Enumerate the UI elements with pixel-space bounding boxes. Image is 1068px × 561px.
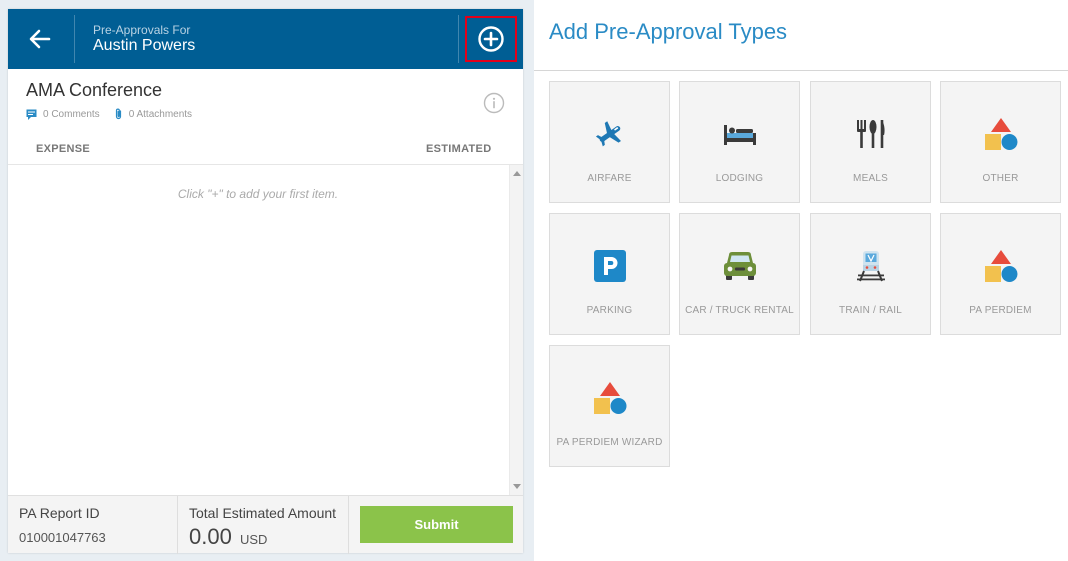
airplane-icon [595, 121, 621, 147]
tile-train-rail[interactable]: TRAIN / RAIL [810, 213, 931, 335]
tile-other[interactable]: OTHER [940, 81, 1061, 203]
header-divider [458, 15, 459, 63]
tile-label: TRAIN / RAIL [839, 305, 902, 316]
currency-code: USD [240, 532, 268, 547]
tile-lodging[interactable]: LODGING [679, 81, 800, 203]
total-estimated-amount: 0.00 [189, 524, 232, 549]
pre-approval-panel: Pre-Approvals For Austin Powers AMA Conf… [8, 9, 523, 554]
empty-list-message: Click "+" to add your first item. [177, 187, 339, 201]
expense-column-header[interactable]: EXPENSE [36, 143, 90, 155]
bed-icon [724, 125, 756, 145]
tile-label: CAR / TRUCK RENTAL [685, 305, 794, 316]
plus-circle-icon [478, 26, 504, 52]
attachments-link[interactable]: 0 Attachments [114, 108, 192, 120]
tile-pa-perdiem-wizard[interactable]: PA PERDIEM WIZARD [549, 345, 670, 467]
tile-label: PA PERDIEM [969, 305, 1032, 316]
paperclip-icon [115, 108, 121, 120]
total-estimated-label: Total Estimated Amount [189, 505, 337, 521]
tile-label: LODGING [715, 173, 764, 184]
arrow-left-icon [29, 29, 51, 49]
shapes-icon [985, 118, 1018, 150]
comment-icon [26, 109, 37, 120]
list-scrollbar[interactable] [509, 165, 523, 495]
scroll-down-arrow-icon[interactable] [513, 484, 521, 489]
back-button[interactable] [18, 19, 62, 59]
footer-divider [177, 496, 178, 554]
scroll-up-arrow-icon[interactable] [513, 171, 521, 176]
estimated-column-header[interactable]: ESTIMATED [426, 143, 491, 155]
tile-label: MEALS [853, 173, 888, 184]
add-expense-button[interactable] [465, 16, 517, 62]
report-id-label: PA Report ID [19, 505, 100, 521]
shapes-icon [985, 250, 1018, 282]
fork-knife-icon [857, 120, 885, 148]
submit-button[interactable]: Submit [360, 506, 513, 543]
train-icon [857, 251, 885, 282]
header-title: Austin Powers [93, 37, 196, 54]
report-meta: 0 Comments 0 Attachments [26, 108, 206, 120]
attachments-count: 0 Attachments [128, 108, 193, 120]
panel-footer: PA Report ID 010001047763 Total Estimate… [8, 495, 523, 554]
panel-header: Pre-Approvals For Austin Powers [8, 9, 523, 69]
header-subtitle: Pre-Approvals For [93, 23, 191, 37]
comments-count: 0 Comments [43, 108, 100, 120]
info-icon[interactable] [483, 92, 505, 114]
tile-label: OTHER [982, 173, 1019, 184]
footer-divider [348, 496, 349, 554]
tile-label: PA PERDIEM WIZARD [556, 437, 663, 448]
tile-pa-perdiem[interactable]: PA PERDIEM [940, 213, 1061, 335]
shapes-icon [594, 382, 627, 414]
report-id-value: 010001047763 [19, 530, 106, 545]
header-divider-line [8, 164, 523, 165]
title-divider [534, 70, 1068, 71]
add-types-title: Add Pre-Approval Types [549, 19, 788, 44]
report-title: AMA Conference [26, 80, 163, 100]
tile-label: AIRFARE [587, 173, 632, 184]
header-divider [74, 15, 75, 63]
car-icon [724, 252, 756, 280]
tile-parking[interactable]: PARKING [549, 213, 670, 335]
tile-airfare[interactable]: AIRFARE [549, 81, 670, 203]
parking-icon [594, 250, 626, 282]
comments-link[interactable]: 0 Comments [26, 109, 100, 120]
tile-car-truck-rental[interactable]: CAR / TRUCK RENTAL [679, 213, 800, 335]
tile-meals[interactable]: MEALS [810, 81, 931, 203]
tile-label: PARKING [586, 305, 633, 316]
